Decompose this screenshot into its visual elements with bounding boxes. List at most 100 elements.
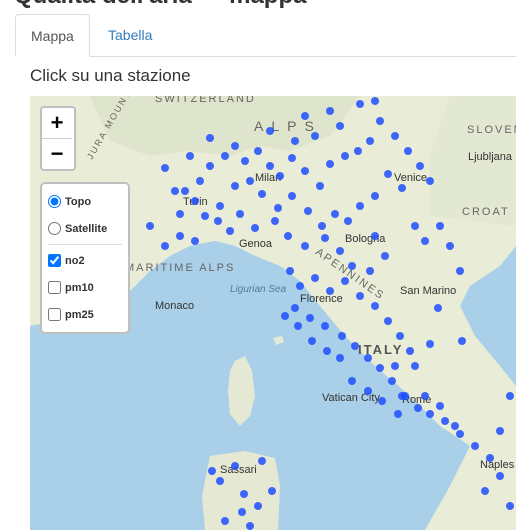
station-marker[interactable]: [186, 152, 194, 160]
station-marker[interactable]: [291, 137, 299, 145]
station-marker[interactable]: [301, 242, 309, 250]
overlay-no2-checkbox[interactable]: [48, 254, 61, 267]
station-marker[interactable]: [414, 404, 422, 412]
station-marker[interactable]: [371, 97, 379, 105]
zoom-out-button[interactable]: −: [42, 138, 72, 169]
station-marker[interactable]: [288, 154, 296, 162]
station-marker[interactable]: [191, 237, 199, 245]
station-marker[interactable]: [301, 167, 309, 175]
station-marker[interactable]: [388, 377, 396, 385]
station-marker[interactable]: [206, 134, 214, 142]
station-marker[interactable]: [436, 402, 444, 410]
station-marker[interactable]: [481, 487, 489, 495]
station-marker[interactable]: [458, 337, 466, 345]
station-marker[interactable]: [384, 170, 392, 178]
station-marker[interactable]: [181, 187, 189, 195]
station-marker[interactable]: [226, 227, 234, 235]
station-marker[interactable]: [356, 202, 364, 210]
station-marker[interactable]: [266, 127, 274, 135]
station-marker[interactable]: [251, 224, 259, 232]
station-marker[interactable]: [246, 177, 254, 185]
station-marker[interactable]: [436, 222, 444, 230]
station-marker[interactable]: [426, 177, 434, 185]
zoom-in-button[interactable]: +: [42, 108, 72, 138]
station-marker[interactable]: [376, 364, 384, 372]
station-marker[interactable]: [394, 410, 402, 418]
station-marker[interactable]: [321, 234, 329, 242]
station-marker[interactable]: [411, 362, 419, 370]
station-marker[interactable]: [316, 182, 324, 190]
station-marker[interactable]: [486, 454, 494, 462]
station-marker[interactable]: [416, 162, 424, 170]
station-marker[interactable]: [446, 242, 454, 250]
station-marker[interactable]: [216, 202, 224, 210]
station-marker[interactable]: [421, 392, 429, 400]
station-marker[interactable]: [496, 472, 504, 480]
station-marker[interactable]: [254, 147, 262, 155]
station-marker[interactable]: [176, 210, 184, 218]
station-marker[interactable]: [331, 210, 339, 218]
station-marker[interactable]: [258, 190, 266, 198]
station-marker[interactable]: [506, 502, 514, 510]
station-marker[interactable]: [274, 204, 282, 212]
station-marker[interactable]: [146, 222, 154, 230]
station-marker[interactable]: [341, 277, 349, 285]
station-marker[interactable]: [296, 282, 304, 290]
station-marker[interactable]: [371, 232, 379, 240]
station-marker[interactable]: [398, 392, 406, 400]
station-marker[interactable]: [294, 322, 302, 330]
station-marker[interactable]: [356, 100, 364, 108]
station-marker[interactable]: [171, 187, 179, 195]
station-marker[interactable]: [406, 347, 414, 355]
station-marker[interactable]: [421, 237, 429, 245]
station-marker[interactable]: [398, 184, 406, 192]
station-marker[interactable]: [221, 517, 229, 525]
station-marker[interactable]: [338, 332, 346, 340]
station-marker[interactable]: [326, 287, 334, 295]
station-marker[interactable]: [266, 162, 274, 170]
station-marker[interactable]: [336, 354, 344, 362]
station-marker[interactable]: [291, 304, 299, 312]
station-marker[interactable]: [378, 397, 386, 405]
station-marker[interactable]: [271, 217, 279, 225]
station-marker[interactable]: [221, 152, 229, 160]
base-layer-topo[interactable]: Topo: [48, 188, 128, 215]
station-marker[interactable]: [161, 164, 169, 172]
station-marker[interactable]: [434, 304, 442, 312]
overlay-pm10[interactable]: pm10: [48, 274, 128, 301]
station-marker[interactable]: [323, 347, 331, 355]
station-marker[interactable]: [308, 337, 316, 345]
overlay-pm25[interactable]: pm25: [48, 301, 128, 328]
station-marker[interactable]: [391, 132, 399, 140]
station-marker[interactable]: [336, 122, 344, 130]
station-marker[interactable]: [318, 222, 326, 230]
station-marker[interactable]: [336, 247, 344, 255]
station-marker[interactable]: [351, 342, 359, 350]
station-marker[interactable]: [426, 410, 434, 418]
station-marker[interactable]: [241, 157, 249, 165]
station-marker[interactable]: [214, 217, 222, 225]
station-marker[interactable]: [286, 267, 294, 275]
base-layer-topo-radio[interactable]: [48, 195, 61, 208]
station-marker[interactable]: [216, 477, 224, 485]
station-marker[interactable]: [451, 422, 459, 430]
station-marker[interactable]: [231, 182, 239, 190]
station-marker[interactable]: [284, 232, 292, 240]
station-marker[interactable]: [321, 322, 329, 330]
station-marker[interactable]: [411, 222, 419, 230]
overlay-no2[interactable]: no2: [48, 247, 128, 274]
station-marker[interactable]: [240, 490, 248, 498]
station-marker[interactable]: [471, 442, 479, 450]
base-layer-satellite[interactable]: Satellite: [48, 215, 128, 242]
station-marker[interactable]: [496, 427, 504, 435]
station-marker[interactable]: [206, 162, 214, 170]
station-marker[interactable]: [288, 192, 296, 200]
station-marker[interactable]: [366, 267, 374, 275]
station-marker[interactable]: [348, 262, 356, 270]
station-marker[interactable]: [254, 502, 262, 510]
station-marker[interactable]: [426, 340, 434, 348]
stations-map[interactable]: SWITZERLAND ALPS SLOVEN Ljubljana Milan …: [30, 96, 516, 530]
station-marker[interactable]: [371, 302, 379, 310]
station-marker[interactable]: [376, 117, 384, 125]
station-marker[interactable]: [348, 377, 356, 385]
